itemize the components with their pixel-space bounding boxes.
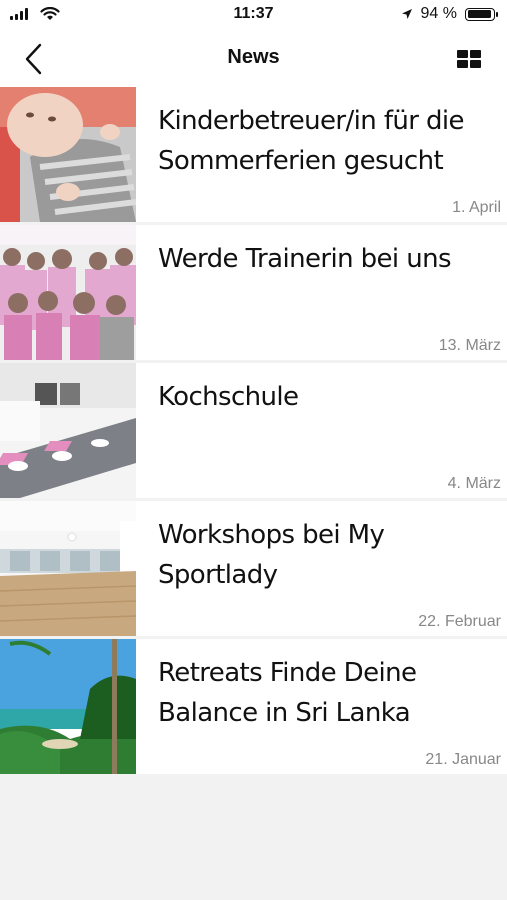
grid-view-icon[interactable] [457,50,481,68]
news-item[interactable]: Retreats Finde Deine Balance in Sri Lank… [0,639,507,777]
news-title: Retreats Finde Deine Balance in Sri Lank… [158,658,417,728]
news-date: 1. April [452,199,501,216]
battery-fill [467,10,491,18]
page-title: News [227,46,280,68]
status-bar: 11:37 94 % [0,0,507,30]
battery-icon [465,7,498,21]
news-title: Workshops bei My Sportlady [158,520,385,590]
news-title: Kinderbetreuer/in für die Sommerferien g… [158,106,465,176]
news-title: Werde Trainerin bei uns [158,244,452,274]
location-arrow-icon [401,9,412,19]
battery-percent: 94 % [420,5,457,22]
news-date: 22. Februar [418,613,501,630]
news-item[interactable]: Kinderbetreuer/in für die Sommerferien g… [0,87,507,225]
news-thumbnail-beach [0,639,136,774]
news-thumbnail-baby [0,87,136,222]
news-date: 21. Januar [425,751,501,768]
news-item[interactable]: Kochschule 4. März [0,363,507,501]
navigation-bar: News [0,30,507,87]
news-thumbnail-trainers [0,225,136,360]
news-thumbnail-studio [0,501,136,636]
news-thumbnail-kitchen [0,363,136,498]
news-list: Kinderbetreuer/in für die Sommerferien g… [0,87,507,777]
news-title: Kochschule [158,382,299,412]
news-item[interactable]: Werde Trainerin bei uns 13. März [0,225,507,363]
news-item[interactable]: Workshops bei My Sportlady 22. Februar [0,501,507,639]
news-date: 4. März [447,475,501,492]
news-date: 13. März [438,337,501,354]
